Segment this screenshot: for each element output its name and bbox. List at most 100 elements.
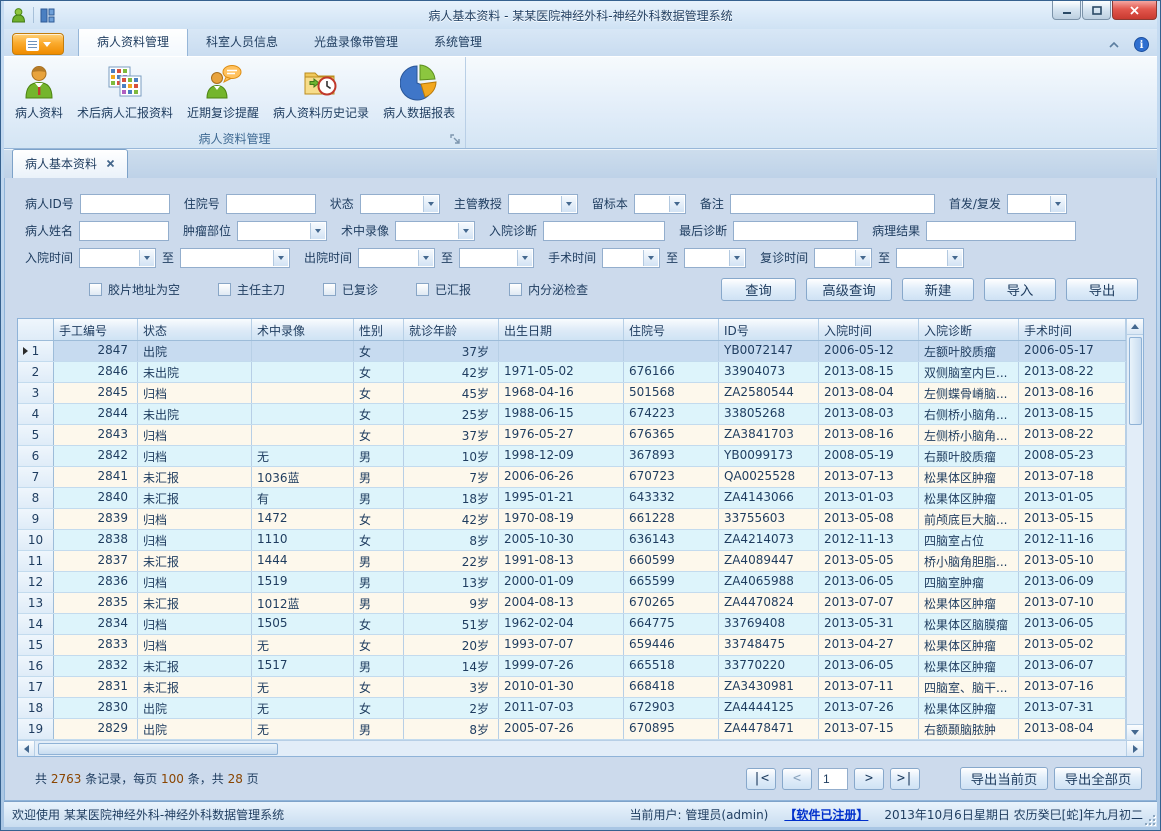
table-row[interactable]: 152833归档无女20岁1993-07-0765944633748475201… — [18, 635, 1126, 656]
row-selector[interactable]: 17 — [18, 677, 54, 697]
table-cell[interactable]: 668418 — [624, 677, 719, 697]
checkbox-box[interactable] — [89, 283, 102, 296]
table-cell[interactable]: 2006-05-17 — [1019, 341, 1126, 361]
table-cell[interactable]: 女 — [354, 614, 404, 634]
table-cell[interactable]: YB0072147 — [719, 341, 819, 361]
table-row[interactable]: 172831未汇报无女3岁2010-01-30668418ZA343098120… — [18, 677, 1126, 698]
table-cell[interactable]: ZA4065988 — [719, 572, 819, 592]
table-cell[interactable]: 2846 — [54, 362, 138, 382]
info-icon[interactable]: i — [1134, 37, 1149, 52]
final-diagnosis-input[interactable] — [733, 221, 858, 241]
table-cell[interactable]: 归档 — [138, 614, 252, 634]
table-cell[interactable]: 7岁 — [404, 467, 499, 487]
table-cell[interactable]: 2013-08-16 — [819, 425, 919, 445]
table-cell[interactable]: 2011-07-03 — [499, 698, 624, 718]
table-cell[interactable]: 2838 — [54, 530, 138, 550]
table-cell[interactable]: YB0099173 — [719, 446, 819, 466]
minimize-button[interactable] — [1052, 1, 1081, 20]
table-cell[interactable]: ZA4214073 — [719, 530, 819, 550]
table-cell[interactable]: 2013-05-05 — [819, 551, 919, 571]
table-cell[interactable]: 松果体区肿瘤 — [919, 635, 1019, 655]
patient-name-input[interactable] — [79, 221, 169, 241]
scroll-down-button[interactable] — [1127, 724, 1143, 740]
table-cell[interactable]: 33904073 — [719, 362, 819, 382]
table-cell[interactable]: 1971-05-02 — [499, 362, 624, 382]
surgery-time-to-combobox[interactable] — [684, 248, 746, 268]
admit-time-from-combobox[interactable] — [79, 248, 156, 268]
row-selector[interactable]: 1 — [18, 341, 54, 361]
table-cell[interactable]: 左侧蝶骨嵴脑... — [919, 383, 1019, 403]
table-cell[interactable]: 2000-01-09 — [499, 572, 624, 592]
table-cell[interactable] — [624, 341, 719, 361]
table-cell[interactable]: 女 — [354, 530, 404, 550]
table-cell[interactable] — [252, 404, 354, 424]
table-cell[interactable]: 归档 — [138, 425, 252, 445]
row-selector[interactable]: 8 — [18, 488, 54, 508]
table-cell[interactable]: 无 — [252, 446, 354, 466]
row-selector[interactable]: 9 — [18, 509, 54, 529]
table-cell[interactable]: 未汇报 — [138, 656, 252, 676]
close-button[interactable] — [1112, 1, 1157, 20]
table-cell[interactable]: 3岁 — [404, 677, 499, 697]
table-cell[interactable]: 右侧桥小脑角... — [919, 404, 1019, 424]
table-cell[interactable]: 2840 — [54, 488, 138, 508]
row-selector[interactable]: 16 — [18, 656, 54, 676]
chevron-down-icon[interactable] — [947, 250, 962, 266]
chevron-down-icon[interactable] — [273, 250, 288, 266]
row-selector[interactable]: 14 — [18, 614, 54, 634]
close-tab-icon[interactable] — [106, 159, 115, 168]
vertical-scroll-thumb[interactable] — [1129, 337, 1142, 425]
table-cell[interactable]: 661228 — [624, 509, 719, 529]
table-cell[interactable]: 女 — [354, 362, 404, 382]
registration-link[interactable]: 【软件已注册】 — [784, 806, 868, 823]
table-cell[interactable]: QA0025528 — [719, 467, 819, 487]
column-header[interactable]: 性别 — [354, 319, 404, 340]
table-cell[interactable]: ZA4470824 — [719, 593, 819, 613]
table-cell[interactable]: 2013-08-15 — [819, 362, 919, 382]
table-row[interactable]: 102838归档1110女8岁2005-10-30636143ZA4214073… — [18, 530, 1126, 551]
table-cell[interactable]: 37岁 — [404, 425, 499, 445]
table-cell[interactable]: 男 — [354, 719, 404, 739]
table-row[interactable]: 182830出院无女2岁2011-07-03672903ZA4444125201… — [18, 698, 1126, 719]
table-cell[interactable]: 367893 — [624, 446, 719, 466]
table-cell[interactable]: 无 — [252, 677, 354, 697]
column-header[interactable]: 入院诊断 — [919, 319, 1019, 340]
row-selector-header[interactable] — [18, 319, 54, 340]
chevron-down-icon[interactable] — [310, 223, 325, 239]
discharge-time-from-combobox[interactable] — [358, 248, 435, 268]
table-cell[interactable]: 2830 — [54, 698, 138, 718]
import-button[interactable]: 导入 — [984, 278, 1056, 301]
chevron-down-icon[interactable] — [139, 250, 154, 266]
column-header[interactable]: ID号 — [719, 319, 819, 340]
professor-combobox[interactable] — [508, 194, 578, 214]
table-cell[interactable]: 2013-06-07 — [1019, 656, 1126, 676]
table-cell[interactable]: 2013-05-08 — [819, 509, 919, 529]
table-cell[interactable]: 归档 — [138, 383, 252, 403]
postop-report-button[interactable]: 术后病人汇报资料 — [70, 61, 180, 123]
table-cell[interactable]: 2岁 — [404, 698, 499, 718]
table-cell[interactable]: 男 — [354, 446, 404, 466]
row-selector[interactable]: 6 — [18, 446, 54, 466]
row-selector[interactable]: 11 — [18, 551, 54, 571]
checkbox-box[interactable] — [416, 283, 429, 296]
application-menu-button[interactable] — [12, 33, 64, 55]
table-cell[interactable]: 2010-01-30 — [499, 677, 624, 697]
page-number-input[interactable] — [818, 768, 848, 790]
table-cell[interactable]: 左侧桥小脑角... — [919, 425, 1019, 445]
table-cell[interactable]: 2835 — [54, 593, 138, 613]
table-row[interactable]: 82840未汇报有男18岁1995-01-21643332ZA414306620… — [18, 488, 1126, 509]
table-cell[interactable] — [252, 383, 354, 403]
table-cell[interactable]: 2006-05-12 — [819, 341, 919, 361]
prev-page-button[interactable]: < — [782, 768, 812, 790]
column-header[interactable]: 手工编号 — [54, 319, 138, 340]
table-cell[interactable]: 2834 — [54, 614, 138, 634]
table-cell[interactable] — [252, 341, 354, 361]
table-cell[interactable]: 2013-08-03 — [819, 404, 919, 424]
table-row[interactable]: 92839归档1472女42岁1970-08-19661228337556032… — [18, 509, 1126, 530]
table-cell[interactable]: 2013-07-11 — [819, 677, 919, 697]
table-cell[interactable]: 女 — [354, 635, 404, 655]
table-cell[interactable]: 2013-05-15 — [1019, 509, 1126, 529]
table-cell[interactable]: 1110 — [252, 530, 354, 550]
table-cell[interactable]: 2013-07-07 — [819, 593, 919, 613]
table-cell[interactable]: 33769408 — [719, 614, 819, 634]
